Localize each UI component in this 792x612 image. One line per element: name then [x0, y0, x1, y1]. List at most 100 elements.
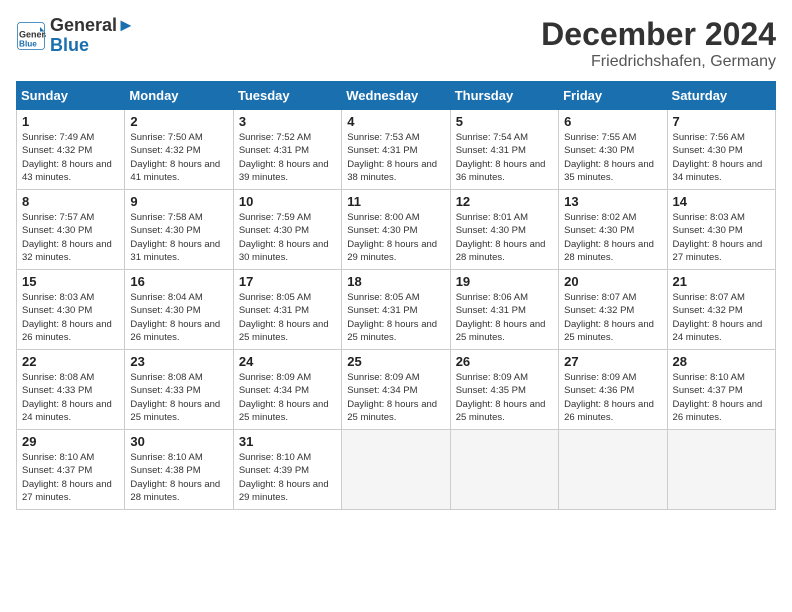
day-number: 24	[239, 354, 336, 369]
day-info: Sunrise: 8:07 AMSunset: 4:32 PMDaylight:…	[564, 291, 661, 344]
day-number: 27	[564, 354, 661, 369]
logo: General Blue General► Blue	[16, 16, 135, 56]
day-info: Sunrise: 8:09 AMSunset: 4:36 PMDaylight:…	[564, 371, 661, 424]
day-number: 11	[347, 194, 444, 209]
calendar-cell: 5 Sunrise: 7:54 AMSunset: 4:31 PMDayligh…	[450, 110, 558, 190]
day-number: 10	[239, 194, 336, 209]
calendar-cell: 30 Sunrise: 8:10 AMSunset: 4:38 PMDaylig…	[125, 430, 233, 510]
day-number: 21	[673, 274, 770, 289]
calendar-cell: 9 Sunrise: 7:58 AMSunset: 4:30 PMDayligh…	[125, 190, 233, 270]
day-info: Sunrise: 8:04 AMSunset: 4:30 PMDaylight:…	[130, 291, 227, 344]
day-number: 12	[456, 194, 553, 209]
day-info: Sunrise: 8:00 AMSunset: 4:30 PMDaylight:…	[347, 211, 444, 264]
logo-icon: General Blue	[16, 21, 46, 51]
day-info: Sunrise: 8:03 AMSunset: 4:30 PMDaylight:…	[673, 211, 770, 264]
day-info: Sunrise: 8:10 AMSunset: 4:37 PMDaylight:…	[673, 371, 770, 424]
day-info: Sunrise: 7:59 AMSunset: 4:30 PMDaylight:…	[239, 211, 336, 264]
day-info: Sunrise: 8:05 AMSunset: 4:31 PMDaylight:…	[347, 291, 444, 344]
col-header-saturday: Saturday	[667, 82, 775, 110]
day-info: Sunrise: 8:09 AMSunset: 4:35 PMDaylight:…	[456, 371, 553, 424]
col-header-sunday: Sunday	[17, 82, 125, 110]
day-info: Sunrise: 7:56 AMSunset: 4:30 PMDaylight:…	[673, 131, 770, 184]
calendar-cell: 24 Sunrise: 8:09 AMSunset: 4:34 PMDaylig…	[233, 350, 341, 430]
location-title: Friedrichshafen, Germany	[541, 53, 776, 71]
calendar-cell: 22 Sunrise: 8:08 AMSunset: 4:33 PMDaylig…	[17, 350, 125, 430]
calendar-cell: 26 Sunrise: 8:09 AMSunset: 4:35 PMDaylig…	[450, 350, 558, 430]
day-info: Sunrise: 8:05 AMSunset: 4:31 PMDaylight:…	[239, 291, 336, 344]
day-info: Sunrise: 8:01 AMSunset: 4:30 PMDaylight:…	[456, 211, 553, 264]
calendar-cell: 2 Sunrise: 7:50 AMSunset: 4:32 PMDayligh…	[125, 110, 233, 190]
day-info: Sunrise: 7:55 AMSunset: 4:30 PMDaylight:…	[564, 131, 661, 184]
calendar-cell: 14 Sunrise: 8:03 AMSunset: 4:30 PMDaylig…	[667, 190, 775, 270]
day-info: Sunrise: 8:02 AMSunset: 4:30 PMDaylight:…	[564, 211, 661, 264]
day-number: 20	[564, 274, 661, 289]
col-header-monday: Monday	[125, 82, 233, 110]
day-number: 25	[347, 354, 444, 369]
col-header-tuesday: Tuesday	[233, 82, 341, 110]
day-info: Sunrise: 8:03 AMSunset: 4:30 PMDaylight:…	[22, 291, 119, 344]
day-info: Sunrise: 8:10 AMSunset: 4:37 PMDaylight:…	[22, 451, 119, 504]
calendar-cell	[559, 430, 667, 510]
day-info: Sunrise: 8:09 AMSunset: 4:34 PMDaylight:…	[347, 371, 444, 424]
calendar-cell: 31 Sunrise: 8:10 AMSunset: 4:39 PMDaylig…	[233, 430, 341, 510]
calendar-cell: 23 Sunrise: 8:08 AMSunset: 4:33 PMDaylig…	[125, 350, 233, 430]
calendar-cell: 19 Sunrise: 8:06 AMSunset: 4:31 PMDaylig…	[450, 270, 558, 350]
calendar-cell: 21 Sunrise: 8:07 AMSunset: 4:32 PMDaylig…	[667, 270, 775, 350]
day-number: 28	[673, 354, 770, 369]
day-info: Sunrise: 7:50 AMSunset: 4:32 PMDaylight:…	[130, 131, 227, 184]
month-title: December 2024	[541, 16, 776, 53]
calendar-cell: 25 Sunrise: 8:09 AMSunset: 4:34 PMDaylig…	[342, 350, 450, 430]
day-number: 8	[22, 194, 119, 209]
calendar-cell: 8 Sunrise: 7:57 AMSunset: 4:30 PMDayligh…	[17, 190, 125, 270]
day-number: 15	[22, 274, 119, 289]
calendar-week-4: 22 Sunrise: 8:08 AMSunset: 4:33 PMDaylig…	[17, 350, 776, 430]
day-number: 3	[239, 114, 336, 129]
calendar-table: SundayMondayTuesdayWednesdayThursdayFrid…	[16, 81, 776, 510]
calendar-cell: 10 Sunrise: 7:59 AMSunset: 4:30 PMDaylig…	[233, 190, 341, 270]
day-number: 7	[673, 114, 770, 129]
calendar-cell: 18 Sunrise: 8:05 AMSunset: 4:31 PMDaylig…	[342, 270, 450, 350]
day-number: 31	[239, 434, 336, 449]
calendar-cell: 11 Sunrise: 8:00 AMSunset: 4:30 PMDaylig…	[342, 190, 450, 270]
calendar-week-5: 29 Sunrise: 8:10 AMSunset: 4:37 PMDaylig…	[17, 430, 776, 510]
day-info: Sunrise: 7:57 AMSunset: 4:30 PMDaylight:…	[22, 211, 119, 264]
day-number: 16	[130, 274, 227, 289]
day-number: 14	[673, 194, 770, 209]
calendar-cell: 6 Sunrise: 7:55 AMSunset: 4:30 PMDayligh…	[559, 110, 667, 190]
day-info: Sunrise: 8:08 AMSunset: 4:33 PMDaylight:…	[130, 371, 227, 424]
day-info: Sunrise: 8:08 AMSunset: 4:33 PMDaylight:…	[22, 371, 119, 424]
day-number: 2	[130, 114, 227, 129]
day-info: Sunrise: 8:06 AMSunset: 4:31 PMDaylight:…	[456, 291, 553, 344]
calendar-cell	[450, 430, 558, 510]
day-number: 17	[239, 274, 336, 289]
header-row: SundayMondayTuesdayWednesdayThursdayFrid…	[17, 82, 776, 110]
calendar-cell: 17 Sunrise: 8:05 AMSunset: 4:31 PMDaylig…	[233, 270, 341, 350]
day-number: 29	[22, 434, 119, 449]
day-number: 4	[347, 114, 444, 129]
day-info: Sunrise: 7:54 AMSunset: 4:31 PMDaylight:…	[456, 131, 553, 184]
day-number: 23	[130, 354, 227, 369]
calendar-cell: 1 Sunrise: 7:49 AMSunset: 4:32 PMDayligh…	[17, 110, 125, 190]
day-info: Sunrise: 7:52 AMSunset: 4:31 PMDaylight:…	[239, 131, 336, 184]
calendar-cell: 13 Sunrise: 8:02 AMSunset: 4:30 PMDaylig…	[559, 190, 667, 270]
col-header-wednesday: Wednesday	[342, 82, 450, 110]
calendar-cell: 20 Sunrise: 8:07 AMSunset: 4:32 PMDaylig…	[559, 270, 667, 350]
day-number: 19	[456, 274, 553, 289]
calendar-cell: 16 Sunrise: 8:04 AMSunset: 4:30 PMDaylig…	[125, 270, 233, 350]
calendar-cell: 12 Sunrise: 8:01 AMSunset: 4:30 PMDaylig…	[450, 190, 558, 270]
calendar-week-2: 8 Sunrise: 7:57 AMSunset: 4:30 PMDayligh…	[17, 190, 776, 270]
day-number: 26	[456, 354, 553, 369]
day-info: Sunrise: 8:09 AMSunset: 4:34 PMDaylight:…	[239, 371, 336, 424]
day-number: 6	[564, 114, 661, 129]
day-info: Sunrise: 8:10 AMSunset: 4:39 PMDaylight:…	[239, 451, 336, 504]
calendar-week-1: 1 Sunrise: 7:49 AMSunset: 4:32 PMDayligh…	[17, 110, 776, 190]
day-number: 13	[564, 194, 661, 209]
calendar-cell: 15 Sunrise: 8:03 AMSunset: 4:30 PMDaylig…	[17, 270, 125, 350]
day-info: Sunrise: 8:10 AMSunset: 4:38 PMDaylight:…	[130, 451, 227, 504]
svg-text:Blue: Blue	[19, 39, 37, 48]
day-number: 30	[130, 434, 227, 449]
col-header-thursday: Thursday	[450, 82, 558, 110]
day-info: Sunrise: 7:49 AMSunset: 4:32 PMDaylight:…	[22, 131, 119, 184]
day-number: 22	[22, 354, 119, 369]
calendar-cell: 4 Sunrise: 7:53 AMSunset: 4:31 PMDayligh…	[342, 110, 450, 190]
